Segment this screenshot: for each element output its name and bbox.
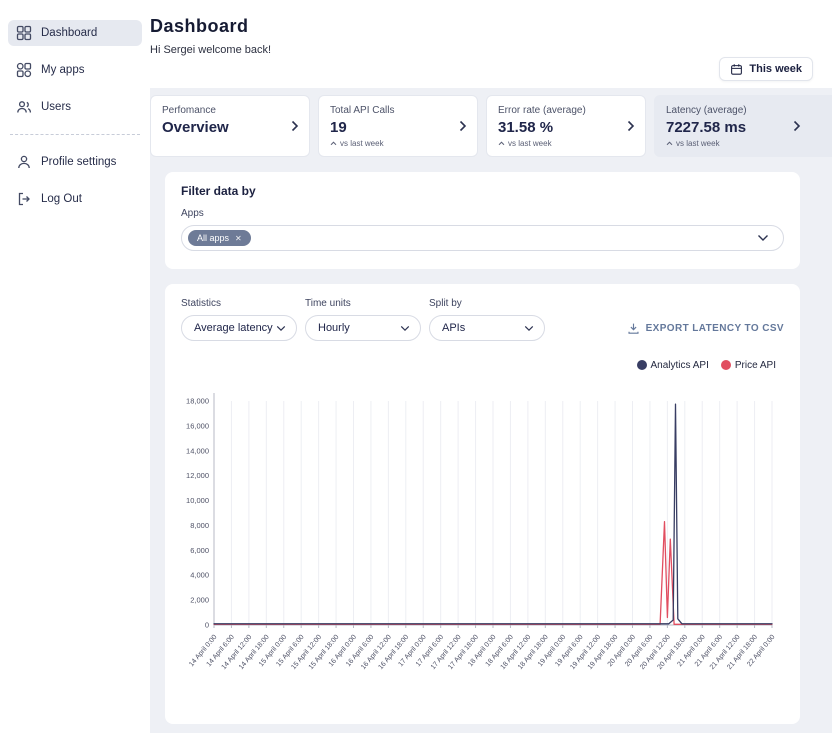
all-apps-chip: All apps ✕ — [188, 230, 251, 246]
svg-text:6,000: 6,000 — [190, 546, 209, 555]
legend-label: Analytics API — [651, 360, 709, 371]
chevron-down-icon — [757, 234, 769, 242]
legend-item-price: Price API — [721, 360, 776, 371]
stat-card-performance[interactable]: Perfomance Overview — [150, 95, 310, 157]
caret-up-icon — [666, 141, 673, 146]
dashboard-grid-icon — [16, 25, 32, 41]
trend-label: vs last week — [508, 139, 552, 148]
split-by-value: APIs — [442, 322, 465, 334]
svg-text:16,000: 16,000 — [186, 421, 209, 430]
svg-text:10,000: 10,000 — [186, 496, 209, 505]
sidebar-item-my-apps[interactable]: My apps — [8, 57, 142, 83]
svg-text:8,000: 8,000 — [190, 521, 209, 530]
statistics-label: Statistics — [181, 298, 297, 309]
legend-label: Price API — [735, 360, 776, 371]
chevron-down-icon — [524, 325, 534, 332]
page-header: Dashboard Hi Sergei welcome back! This w… — [150, 0, 832, 88]
svg-text:18,000: 18,000 — [186, 397, 209, 406]
download-icon — [627, 322, 640, 335]
stat-card-trend: vs last week — [498, 139, 634, 148]
latency-line-chart: 14 April 0:0014 April 6:0014 April 12:00… — [181, 371, 784, 701]
apps-grid-icon — [16, 62, 32, 78]
apps-multiselect[interactable]: All apps ✕ — [181, 225, 784, 251]
filter-card: Filter data by Apps All apps ✕ — [165, 172, 800, 269]
sidebar-item-dashboard[interactable]: Dashboard — [8, 20, 142, 46]
svg-text:2,000: 2,000 — [190, 596, 209, 605]
stat-card-latency[interactable]: Latency (average) 7227.58 ms vs last wee… — [654, 95, 832, 157]
sidebar-divider — [10, 134, 140, 135]
sidebar-item-label: My apps — [41, 64, 84, 76]
stat-card-label: Error rate (average) — [498, 105, 634, 116]
legend-dot-price — [721, 360, 731, 370]
time-units-select[interactable]: Hourly — [305, 315, 421, 341]
users-icon — [16, 99, 32, 115]
stat-card-label: Perfomance — [162, 105, 298, 116]
stat-card-value: 19 — [330, 119, 466, 136]
this-week-button[interactable]: This week — [719, 57, 813, 81]
chevron-down-icon — [276, 325, 286, 332]
main-area: Dashboard Hi Sergei welcome back! This w… — [150, 0, 832, 748]
this-week-label: This week — [749, 63, 802, 75]
stat-card-trend: vs last week — [330, 139, 466, 148]
stat-card-label: Total API Calls — [330, 105, 466, 116]
split-by-label: Split by — [429, 298, 545, 309]
svg-text:14,000: 14,000 — [186, 446, 209, 455]
page-title: Dashboard — [150, 16, 832, 37]
caret-up-icon — [498, 141, 505, 146]
sidebar-item-log-out[interactable]: Log Out — [8, 186, 142, 212]
sidebar-item-profile-settings[interactable]: Profile settings — [8, 149, 142, 175]
split-by-select[interactable]: APIs — [429, 315, 545, 341]
sidebar-item-label: Log Out — [41, 193, 82, 205]
chevron-right-icon — [627, 120, 635, 132]
sidebar-item-label: Profile settings — [41, 156, 116, 168]
chevron-right-icon — [291, 120, 299, 132]
svg-text:0: 0 — [205, 621, 209, 630]
statistics-control: Statistics Average latency — [181, 298, 297, 341]
stat-card-trend: vs last week — [666, 139, 820, 148]
logout-icon — [16, 191, 32, 207]
statistics-select[interactable]: Average latency — [181, 315, 297, 341]
split-by-control: Split by APIs — [429, 298, 545, 341]
stat-card-label: Latency (average) — [666, 105, 820, 116]
time-units-value: Hourly — [318, 322, 350, 334]
content-panel: Perfomance Overview Total API Calls 19 v… — [150, 88, 832, 733]
apps-filter-label: Apps — [181, 208, 784, 219]
sidebar: Dashboard My apps Users — [0, 0, 150, 748]
profile-icon — [16, 154, 32, 170]
app-root: Dashboard My apps Users — [0, 0, 832, 748]
calendar-icon — [730, 63, 743, 76]
chip-label: All apps — [197, 233, 229, 243]
legend-item-analytics: Analytics API — [637, 360, 709, 371]
trend-label: vs last week — [676, 139, 720, 148]
time-units-label: Time units — [305, 298, 421, 309]
trend-label: vs last week — [340, 139, 384, 148]
statistics-card: Statistics Average latency Time units Ho… — [165, 284, 800, 724]
chart-legend: Analytics API Price API — [181, 359, 776, 371]
chevron-right-icon — [793, 120, 801, 132]
chip-remove-icon[interactable]: ✕ — [235, 234, 242, 243]
stat-card-error-rate[interactable]: Error rate (average) 31.58 % vs last wee… — [486, 95, 646, 157]
welcome-text: Hi Sergei welcome back! — [150, 44, 832, 56]
export-csv-button[interactable]: EXPORT LATENCY TO CSV — [627, 322, 784, 335]
export-label: EXPORT LATENCY TO CSV — [646, 323, 784, 334]
stat-cards-row: Perfomance Overview Total API Calls 19 v… — [150, 95, 832, 157]
sidebar-item-users[interactable]: Users — [8, 94, 142, 120]
caret-up-icon — [330, 141, 337, 146]
legend-dot-analytics — [637, 360, 647, 370]
svg-text:12,000: 12,000 — [186, 471, 209, 480]
time-units-control: Time units Hourly — [305, 298, 421, 341]
stat-card-value: 31.58 % — [498, 119, 634, 136]
sidebar-item-label: Users — [41, 101, 71, 113]
svg-text:4,000: 4,000 — [190, 571, 209, 580]
chevron-right-icon — [459, 120, 467, 132]
statistics-value: Average latency — [194, 322, 273, 334]
stat-card-total-api-calls[interactable]: Total API Calls 19 vs last week — [318, 95, 478, 157]
chevron-down-icon — [400, 325, 410, 332]
filter-title: Filter data by — [181, 184, 784, 198]
chart-controls: Statistics Average latency Time units Ho… — [181, 298, 784, 341]
stat-card-value: Overview — [162, 119, 298, 136]
sidebar-item-label: Dashboard — [41, 27, 97, 39]
